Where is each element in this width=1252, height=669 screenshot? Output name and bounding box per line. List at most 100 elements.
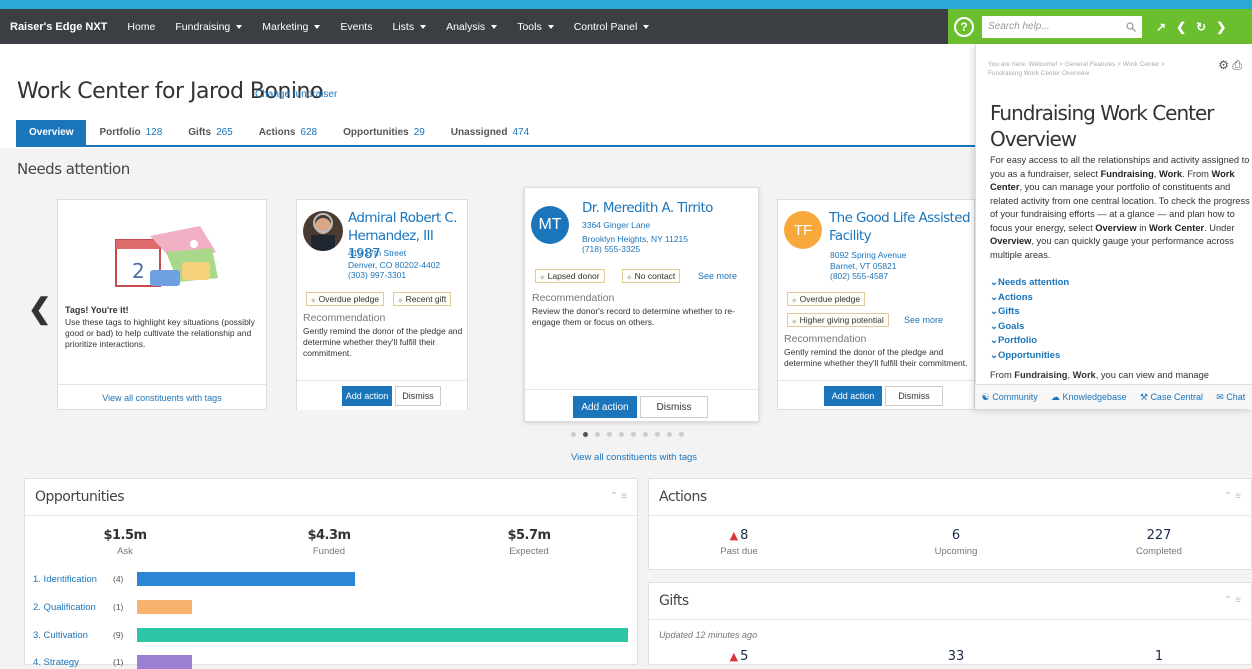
nav-tools[interactable]: Tools	[517, 21, 554, 33]
refresh-icon[interactable]: ↻	[1196, 20, 1206, 34]
nav-lists[interactable]: Lists	[392, 20, 427, 33]
carousel-dot[interactable]	[667, 432, 672, 437]
carousel-dot[interactable]	[619, 432, 624, 437]
stat-upcoming[interactable]: 6 Upcoming	[896, 528, 1016, 557]
carousel-dot[interactable]	[631, 432, 636, 437]
stat-value: 6	[951, 528, 961, 543]
nav-analysis[interactable]: Analysis	[446, 21, 498, 33]
add-action-button[interactable]: Add action	[342, 386, 392, 406]
stage-row[interactable]: 1. Identification (4)	[33, 572, 355, 586]
stage-bar[interactable]	[137, 600, 192, 614]
help-search-input[interactable]: Search help...	[982, 15, 1142, 38]
knowledgebase-link[interactable]: ☁ Knowledgebase	[1051, 392, 1127, 403]
add-action-button[interactable]: Add action	[573, 396, 637, 418]
nav-marketing[interactable]: Marketing	[262, 21, 321, 33]
settings-icon[interactable]: ⚙	[1218, 58, 1229, 72]
tag-overdue-pledge[interactable]: Overdue pledge	[306, 292, 385, 306]
constituent-name[interactable]: The Good Life Assisted Care Facility	[829, 209, 974, 245]
carousel-dot[interactable]	[583, 432, 588, 437]
breadcrumb[interactable]: You are here: Welcome! > General Feature…	[988, 60, 1188, 78]
stage-row[interactable]: 3. Cultivation (9)	[33, 628, 628, 642]
gift-stat[interactable]: ▲ 5	[679, 649, 799, 664]
constituent-name[interactable]: Dr. Meredith A. Tirrito	[582, 199, 713, 217]
see-more-link[interactable]: See more	[904, 315, 943, 325]
tab-gifts[interactable]: Gifts 265	[175, 120, 245, 145]
panel-controls[interactable]: ⌃ ≡	[1224, 491, 1241, 502]
panel-title: Gifts	[659, 593, 689, 609]
stage-bar[interactable]	[137, 655, 192, 669]
stage-label[interactable]: 1. Identification	[33, 574, 113, 585]
forward-icon[interactable]: ❯	[1216, 20, 1226, 34]
stage-bar[interactable]	[137, 628, 628, 642]
brand-logo[interactable]: Raiser's Edge NXT	[10, 21, 107, 33]
chat-link[interactable]: ✉ Chat	[1216, 392, 1245, 403]
stage-label[interactable]: 4. Strategy	[33, 657, 113, 668]
gift-stat[interactable]: 1	[1099, 649, 1219, 664]
carousel-dot[interactable]	[571, 432, 576, 437]
tag-overdue-pledge[interactable]: Overdue pledge	[787, 292, 866, 306]
nav-fundraising[interactable]: Fundraising	[175, 21, 243, 33]
carousel-dot[interactable]	[595, 432, 600, 437]
carousel-dot[interactable]	[607, 432, 612, 437]
see-more-link[interactable]: See more	[698, 271, 737, 281]
community-link[interactable]: ☯ Community	[982, 392, 1038, 403]
panel-title: Actions	[659, 489, 707, 505]
help-link-actions[interactable]: Actions	[990, 291, 1069, 306]
print-icon[interactable]: ⎙	[1232, 58, 1242, 72]
carousel-dot[interactable]	[655, 432, 660, 437]
view-all-tagged-link[interactable]: View all constituents with tags	[571, 452, 697, 463]
popout-icon[interactable]: ↗	[1156, 20, 1166, 34]
tag-higher-giving-potential[interactable]: Higher giving potential	[787, 313, 889, 327]
case-central-link[interactable]: ⚒ Case Central	[1140, 392, 1203, 403]
stage-label[interactable]: 2. Qualification	[33, 602, 113, 613]
chevron-down-icon	[314, 24, 321, 29]
address-line: 8092 Spring Avenue	[830, 250, 907, 260]
help-link-portfolio[interactable]: Portfolio	[990, 334, 1069, 349]
nav-home[interactable]: Home	[127, 21, 155, 33]
back-icon[interactable]: ❮	[1176, 20, 1186, 34]
stat-label: Funded	[312, 546, 346, 557]
dismiss-button[interactable]: Dismiss	[885, 386, 943, 406]
stat-label: Past due	[720, 546, 758, 557]
tab-unassigned[interactable]: Unassigned 474	[438, 120, 542, 145]
add-action-button[interactable]: Add action	[824, 386, 882, 406]
help-link-opportunities[interactable]: Opportunities	[990, 349, 1069, 364]
gift-stat[interactable]: 33	[896, 649, 1016, 664]
dismiss-button[interactable]: Dismiss	[640, 396, 708, 418]
tab-opportunities[interactable]: Opportunities 29	[330, 120, 438, 145]
help-question-icon[interactable]: ?	[954, 16, 974, 37]
dismiss-button[interactable]: Dismiss	[395, 386, 441, 406]
nav-label: Lists	[392, 20, 415, 33]
help-link-gifts[interactable]: Gifts	[990, 305, 1069, 320]
search-icon[interactable]	[1126, 21, 1136, 32]
stage-label[interactable]: 3. Cultivation	[33, 630, 113, 641]
avatar[interactable]: TF	[784, 211, 822, 249]
stat-past-due[interactable]: ▲ 8 Past due	[679, 528, 799, 557]
avatar[interactable]: MT	[531, 206, 569, 244]
carousel-dot[interactable]	[679, 432, 684, 437]
carousel-dot[interactable]	[643, 432, 648, 437]
panel-controls[interactable]: ⌃ ≡	[610, 491, 627, 502]
divider	[25, 515, 637, 516]
tag-no-contact[interactable]: No contact	[622, 269, 681, 283]
tab-label: Opportunities	[343, 127, 409, 138]
nav-control-panel[interactable]: Control Panel	[574, 21, 650, 33]
avatar[interactable]	[303, 211, 343, 251]
help-link-needs-attention[interactable]: Needs attention	[990, 276, 1069, 291]
stage-row[interactable]: 4. Strategy (1)	[33, 655, 192, 669]
carousel-prev-icon[interactable]: ❮	[28, 292, 51, 325]
nav-events[interactable]: Events	[340, 21, 372, 33]
tab-actions[interactable]: Actions 628	[246, 120, 330, 145]
stage-row[interactable]: 2. Qualification (1)	[33, 600, 192, 614]
tag-lapsed-donor[interactable]: Lapsed donor	[535, 269, 605, 283]
stage-bar[interactable]	[137, 572, 355, 586]
tab-label: Unassigned	[450, 127, 508, 138]
change-fundraiser-link[interactable]: Change fundraiser	[255, 89, 337, 100]
help-link-goals[interactable]: Goals	[990, 320, 1069, 335]
tab-overview[interactable]: Overview	[16, 120, 87, 145]
tag-recent-gift[interactable]: Recent gift	[393, 292, 452, 306]
view-tagged-constituents-link[interactable]: View all constituents with tags	[58, 393, 266, 403]
panel-controls[interactable]: ⌃ ≡	[1224, 595, 1241, 606]
stat-completed[interactable]: 227 Completed	[1099, 528, 1219, 557]
tab-portfolio[interactable]: Portfolio 128	[86, 120, 175, 145]
